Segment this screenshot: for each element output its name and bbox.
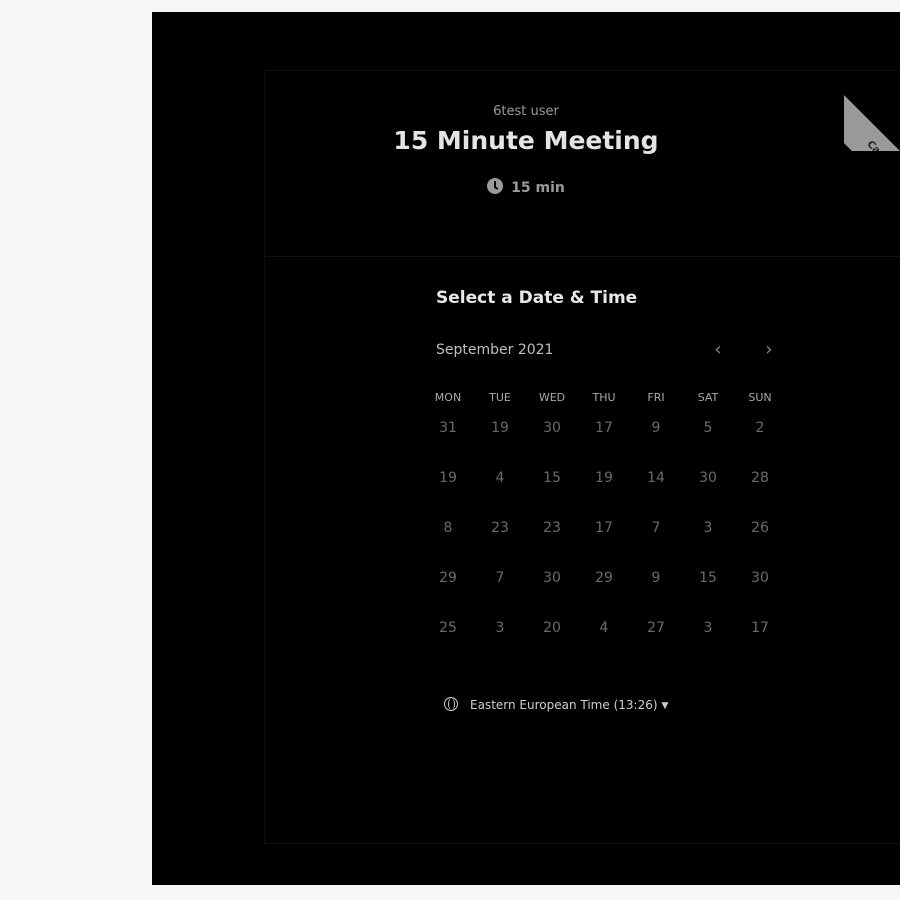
section-title: Select a Date & Time bbox=[436, 288, 638, 308]
timezone-selector[interactable]: Eastern European Time (13:26) ▼ bbox=[444, 695, 668, 712]
calendar-day: 17 bbox=[595, 520, 613, 536]
calendar-day: 30 bbox=[543, 420, 561, 436]
calendar-grid: MON TUE WED THU FRI SAT SUN 31 19 30 17 … bbox=[422, 388, 786, 658]
calendar-days: 31 19 30 17 9 5 2 19 4 15 19 14 30 28 8 … bbox=[422, 408, 786, 658]
weekday-label: SUN bbox=[748, 391, 772, 404]
previous-month-button[interactable]: ‹ bbox=[706, 338, 730, 362]
calendar-day: 29 bbox=[595, 570, 613, 586]
calendar-day: 27 bbox=[647, 620, 665, 636]
event-duration: 15 min bbox=[152, 178, 900, 196]
calendar-day: 23 bbox=[491, 520, 509, 536]
calendar-week: 8 23 23 17 7 3 26 bbox=[422, 508, 786, 558]
calendar-day: 30 bbox=[751, 570, 769, 586]
calendar-day: 23 bbox=[543, 520, 561, 536]
timezone-label: Eastern European Time (13:26) bbox=[470, 698, 658, 712]
calendar-day: 9 bbox=[651, 420, 661, 436]
event-title: 15 Minute Meeting bbox=[393, 126, 659, 155]
header-divider bbox=[264, 256, 900, 257]
calendar-day: 20 bbox=[543, 620, 561, 636]
calendar-day: 5 bbox=[703, 420, 713, 436]
calendar-day: 4 bbox=[599, 620, 609, 636]
month-label: September 2021 bbox=[436, 342, 554, 358]
calendar-week: 31 19 30 17 9 5 2 bbox=[422, 408, 786, 458]
calendar-day: 17 bbox=[751, 620, 769, 636]
calendar-day: 2 bbox=[755, 420, 765, 436]
weekday-label: THU bbox=[592, 391, 616, 404]
weekday-label: MON bbox=[434, 391, 462, 404]
calendar-day: 7 bbox=[651, 520, 661, 536]
next-month-button[interactable]: › bbox=[757, 338, 781, 362]
calendar-week: 29 7 30 29 9 15 30 bbox=[422, 558, 786, 608]
calendar-week: 19 4 15 19 14 30 28 bbox=[422, 458, 786, 508]
calendar-day: 30 bbox=[699, 470, 717, 486]
calendar-day: 29 bbox=[439, 570, 457, 586]
calendar-day: 9 bbox=[651, 570, 661, 586]
calendar-day: 14 bbox=[647, 470, 665, 486]
calendar-day: 3 bbox=[703, 620, 713, 636]
weekday-label: WED bbox=[538, 391, 566, 404]
globe-icon bbox=[444, 697, 458, 711]
calendar-day: 17 bbox=[595, 420, 613, 436]
calendar-day: 19 bbox=[439, 470, 457, 486]
caret-down-icon: ▼ bbox=[661, 701, 669, 711]
calendar-day: 8 bbox=[443, 520, 453, 536]
calendar-day: 25 bbox=[439, 620, 457, 636]
clock-icon bbox=[487, 178, 504, 194]
calendar-day: 3 bbox=[703, 520, 713, 536]
weekday-label: SAT bbox=[697, 391, 719, 404]
calendar-day: 7 bbox=[495, 570, 505, 586]
booking-frame: Ca 6test user 15 Minute Meeting 15 min S… bbox=[152, 12, 900, 885]
weekday-header: MON TUE WED THU FRI SAT SUN bbox=[422, 388, 786, 408]
calendar-day: 31 bbox=[439, 420, 457, 436]
calendar-day: 19 bbox=[595, 470, 613, 486]
calendar-week: 25 3 20 4 27 3 17 bbox=[422, 608, 786, 658]
weekday-label: TUE bbox=[489, 391, 511, 404]
calendar-day: 15 bbox=[543, 470, 561, 486]
calendar-day: 15 bbox=[699, 570, 717, 586]
host-name: 6test user bbox=[493, 104, 559, 119]
weekday-label: FRI bbox=[647, 391, 665, 404]
calendar-day: 26 bbox=[751, 520, 769, 536]
calendar-day: 4 bbox=[495, 470, 505, 486]
calendar-day: 3 bbox=[495, 620, 505, 636]
calendar-day: 30 bbox=[543, 570, 561, 586]
calendar-day: 19 bbox=[491, 420, 509, 436]
duration-label: 15 min bbox=[511, 180, 565, 196]
calendar-day: 28 bbox=[751, 470, 769, 486]
